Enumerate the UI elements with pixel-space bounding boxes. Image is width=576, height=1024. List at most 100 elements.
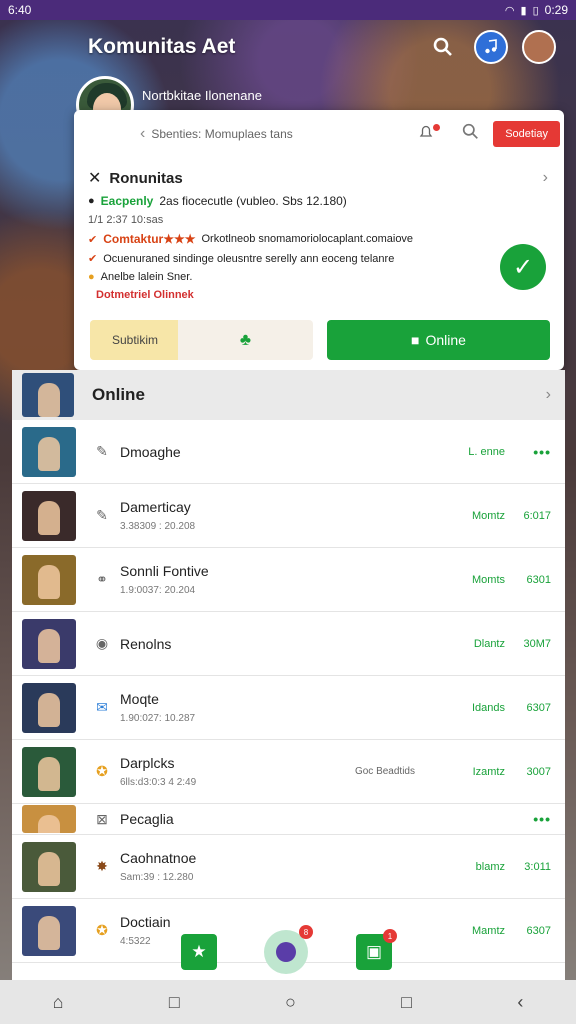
list-item[interactable]: ⚭ Sonnli Fontive 1.9:0037: 20.204 Momts … — [12, 548, 565, 612]
list-item[interactable]: ⊠ Pecaglia ••• — [12, 804, 565, 835]
member-name: Damerticay — [120, 499, 191, 515]
chevron-right-icon[interactable]: › — [546, 386, 551, 404]
coin-icon: ● — [88, 271, 95, 283]
member-time: 6301 — [526, 573, 551, 586]
more-icon[interactable]: ••• — [521, 444, 551, 460]
subscribe-button[interactable]: Subtikim ♣ — [90, 320, 313, 360]
home-circle-icon[interactable]: ○ — [285, 992, 296, 1013]
star-app-icon[interactable]: ★ — [181, 934, 217, 970]
back-icon[interactable]: ‹ — [517, 992, 523, 1013]
member-status: blamz — [475, 860, 505, 873]
app-header: Komunitas Aet — [0, 20, 576, 74]
member-thumbnail — [22, 841, 76, 892]
member-meta: Sam:39 : 12.280 — [120, 872, 194, 883]
online-header-label: Online — [92, 385, 145, 404]
member-name: Pecaglia — [120, 811, 174, 827]
member-time: 3:011 — [524, 860, 551, 873]
edit-icon: ✎ — [96, 507, 108, 523]
camera-center-button[interactable]: 8 — [264, 925, 313, 974]
info-orange-label: Comtaktur★★★ — [103, 232, 196, 246]
notification-badge: 1 — [383, 929, 397, 943]
member-list: Online › ✎ Dmoaghe L. enne ••• ✎ Damerti… — [12, 370, 565, 980]
list-item[interactable]: ✸ Caohnatnoe Sam:39 : 12.280 blamz 3:011 — [12, 835, 565, 899]
card-search-text[interactable]: Sbenties: Momuplaes tans — [151, 127, 418, 141]
member-meta: 6lls:d3:0:3 4 2:49 — [120, 777, 197, 788]
member-status: L. enne — [468, 445, 505, 458]
status-time-right: 0:29 — [544, 3, 568, 17]
member-status: Dlantz — [473, 637, 505, 650]
member-name: Darplcks — [120, 755, 175, 771]
battery-icon: ▯ — [532, 4, 539, 17]
member-name: Dmoaghe — [120, 443, 181, 460]
member-name: Sonnli Fontive — [120, 563, 209, 579]
coin-icon: ● — [88, 195, 95, 207]
search-icon[interactable] — [426, 30, 460, 64]
info-line-2: 1/1 2:37 10:sas — [88, 214, 164, 226]
list-item[interactable]: ✉ Moqte 1.90:027: 10.287 Idands 6307 — [12, 676, 565, 740]
online-button[interactable]: ■ Online — [327, 320, 550, 360]
card-body: ✕ Ronunitas › ● Eacpenly 2as fiocecutle … — [88, 168, 548, 301]
member-thumbnail — [22, 746, 76, 797]
home-icon[interactable]: ⌂ — [53, 992, 64, 1013]
list-item[interactable]: ✎ Dmoaghe L. enne ••• — [12, 420, 565, 484]
card-search-icon[interactable] — [462, 123, 479, 145]
member-meta: 1.90:027: 10.287 — [120, 713, 196, 724]
chevron-left-icon[interactable]: ‹ — [140, 125, 145, 143]
info-line-1: ● Eacpenly 2as fiocecutle (vubleo. Sbs 1… — [88, 194, 548, 208]
info-icon: ◉ — [95, 635, 109, 651]
edit-icon: ✎ — [96, 443, 108, 459]
camera-lens-icon — [276, 942, 296, 962]
status-time: 6:40 — [8, 3, 32, 17]
badge-icon: ✪ — [96, 763, 108, 779]
chevron-right-icon[interactable]: › — [543, 169, 548, 187]
member-thumbnail — [22, 805, 76, 833]
recents-square-icon[interactable]: □ — [169, 992, 180, 1013]
community-card: ‹ Sbenties: Momuplaes tans Sodetiay ✕ Ro… — [74, 110, 564, 370]
online-section-header[interactable]: Online › — [12, 370, 565, 420]
notification-bell-icon[interactable] — [418, 124, 441, 144]
info-line-5: ● Anelbe lalein Sner. — [88, 271, 548, 283]
member-thumbnail — [22, 490, 76, 541]
list-item[interactable]: ◉ Renolns Dlantz 30M7 — [12, 612, 565, 676]
wifi-icon: ◠ — [504, 4, 515, 17]
member-status: Izamtz — [472, 765, 505, 778]
top-action-button[interactable]: Sodetiay — [493, 121, 560, 147]
check-circle-icon[interactable]: ✓ — [500, 244, 546, 290]
mail-icon: ✉ — [96, 699, 108, 715]
detail-link[interactable]: Dotmetriel Olinnek — [96, 289, 548, 301]
info-line-5-text: Anelbe lalein Sner. — [100, 271, 193, 283]
chat-app-icon[interactable]: ▣ 1 — [356, 929, 397, 970]
member-time: 3007 — [526, 765, 551, 778]
music-avatar-icon[interactable] — [474, 30, 508, 64]
info-line-3: ✔ Comtaktur★★★ Orkotlneob snomamorioloca… — [88, 232, 548, 246]
list-item[interactable]: ✎ Damerticay 3.38309 : 20.208 Momtz 6:01… — [12, 484, 565, 548]
member-meta: 1.9:0037: 20.204 — [120, 585, 196, 596]
tools-icon: ✕ — [88, 170, 102, 187]
notification-dot — [433, 124, 441, 131]
close-box-icon: ⊠ — [96, 810, 108, 827]
user-avatar[interactable] — [522, 30, 556, 64]
member-thumbnail — [22, 618, 76, 669]
member-time: 6:017 — [523, 509, 551, 522]
community-row[interactable]: ✕ Ronunitas › — [88, 168, 548, 188]
status-bar: 6:40 ◠ ▮ ▯ 0:29 — [0, 0, 576, 20]
leaf-icon: ♣ — [239, 330, 252, 349]
info-line-4-text: Ocuenuraned sindinge oleusntre serelly a… — [103, 252, 395, 265]
profile-name: Nortbkitae Ilonenane — [142, 88, 262, 103]
info-green-label: Eacpenly — [100, 194, 154, 208]
list-item[interactable]: ✪ Darplcks 6lls:d3:0:3 4 2:49 Goc Beadti… — [12, 740, 565, 804]
check-small-icon: ✔ — [88, 253, 98, 265]
member-status: Momtz — [472, 509, 505, 522]
subscribe-label: Subtikim — [90, 320, 178, 360]
member-time: 6307 — [526, 701, 551, 714]
chat-icon: ■ — [411, 332, 420, 348]
check-small-icon: ✔ — [88, 233, 98, 246]
signal-icon: ▮ — [520, 4, 527, 17]
card-button-row: Subtikim ♣ ■ Online — [90, 320, 550, 360]
member-name: Caohnatnoe — [120, 850, 197, 866]
overview-square-icon[interactable]: □ — [401, 992, 412, 1013]
more-icon[interactable]: ••• — [521, 811, 551, 827]
member-time: 30M7 — [523, 637, 551, 650]
member-name: Renolns — [120, 635, 172, 652]
info-line-1-text: 2as fiocecutle (vubleo. Sbs 12.180) — [159, 194, 347, 208]
